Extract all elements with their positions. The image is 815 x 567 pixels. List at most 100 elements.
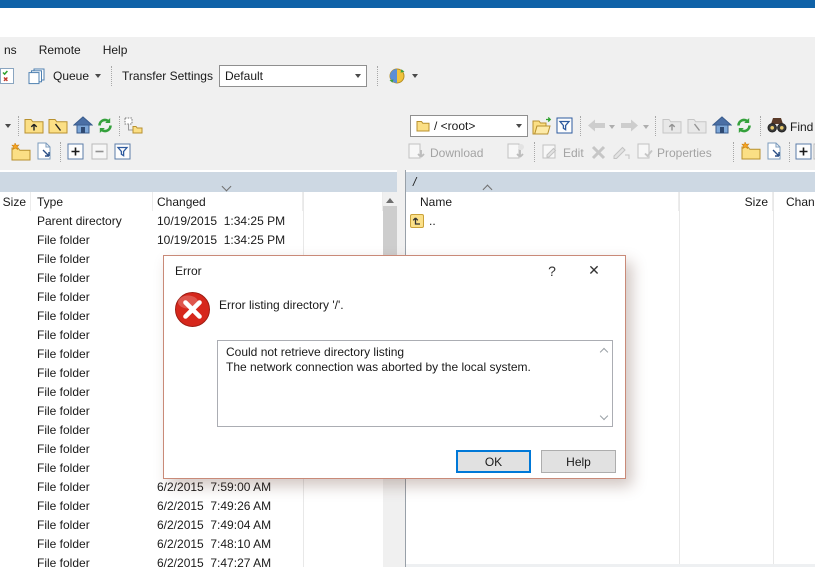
local-path-bar[interactable]	[0, 172, 397, 192]
winscp-window: ns Remote Help Queue Transfer Settings D…	[0, 0, 815, 567]
cell-type: File folder	[31, 328, 153, 342]
queue-status-icon[interactable]	[0, 68, 14, 84]
scroll-down-icon[interactable]	[599, 412, 609, 422]
cell-type: File folder	[31, 442, 153, 456]
sync-dropdown-caret[interactable]	[412, 74, 418, 78]
shortcut-icon[interactable]	[35, 142, 53, 160]
column-header-name[interactable]: Name	[406, 192, 679, 211]
remote-address-combo[interactable]: / <root>	[410, 115, 528, 137]
cell-type: File folder	[31, 271, 153, 285]
ok-button[interactable]: OK	[456, 450, 531, 473]
download-button-label[interactable]: Download	[430, 146, 483, 160]
chevron-down-icon[interactable]	[511, 116, 527, 136]
cell-name: ..	[429, 214, 436, 228]
toolbar-separator	[760, 116, 761, 136]
back-icon[interactable]	[587, 119, 606, 132]
remote-root-dir-icon[interactable]	[687, 117, 707, 134]
error-icon	[174, 291, 211, 328]
remote-address-value: / <root>	[434, 119, 475, 133]
delete-icon[interactable]	[591, 145, 606, 160]
column-header-changed[interactable]: Chan	[773, 192, 815, 211]
transfer-settings-combo[interactable]: Default	[219, 65, 367, 87]
toolbar-separator	[377, 66, 378, 86]
table-row[interactable]: File folder 6/2/2015 7:49:04 AM	[0, 515, 383, 534]
menu-item-help[interactable]: Help	[100, 41, 131, 60]
tree-icon[interactable]	[124, 117, 143, 134]
rename-icon[interactable]	[613, 144, 631, 160]
home-icon[interactable]	[73, 116, 93, 134]
panel-dropdown-caret[interactable]	[5, 124, 11, 128]
table-row[interactable]: File folder 6/2/2015 7:47:27 AM	[0, 553, 383, 567]
error-details-box[interactable]: Could not retrieve directory listing The…	[217, 340, 613, 427]
table-row[interactable]: File folder 6/2/2015 7:59:00 AM	[0, 477, 383, 496]
chevron-down-icon[interactable]	[350, 66, 366, 86]
remote-new-folder-icon[interactable]	[740, 142, 761, 160]
remote-parent-dir-icon[interactable]	[662, 117, 682, 134]
remote-home-icon[interactable]	[712, 116, 732, 134]
remote-shortcut-icon[interactable]	[765, 142, 783, 160]
scroll-up-icon[interactable]	[599, 345, 609, 355]
queue-button-label[interactable]: Queue	[53, 69, 89, 83]
cell-changed: 6/2/2015 7:59:00 AM	[153, 480, 323, 494]
edit-button-label[interactable]: Edit	[563, 146, 584, 160]
cell-changed: 6/2/2015 7:49:04 AM	[153, 518, 323, 532]
local-panel-toolbar	[0, 113, 400, 140]
help-button[interactable]: Help	[541, 450, 616, 473]
remote-filter-icon[interactable]	[556, 117, 573, 134]
column-header-blank[interactable]	[303, 192, 383, 211]
window-title-area	[0, 8, 815, 37]
column-header-type[interactable]: Type	[31, 192, 153, 211]
column-header-size[interactable]: Size	[0, 192, 31, 211]
new-folder-icon[interactable]	[10, 143, 31, 161]
close-icon[interactable]: ✕	[577, 256, 611, 285]
remote-refresh-icon[interactable]	[735, 117, 753, 134]
queue-icon[interactable]	[28, 68, 47, 85]
back-history-caret[interactable]	[609, 125, 615, 129]
table-row[interactable]: Parent directory 10/19/2015 1:34:25 PM	[0, 211, 383, 230]
refresh-icon[interactable]	[96, 117, 114, 134]
cell-type: File folder	[31, 556, 153, 567]
dialog-help-icon[interactable]: ?	[535, 256, 569, 285]
cell-type: File folder	[31, 499, 153, 513]
properties-button-label[interactable]: Properties	[657, 146, 712, 160]
properties-icon[interactable]	[637, 143, 654, 160]
dialog-message: Error listing directory '/'.	[219, 298, 344, 312]
folder-icon	[416, 120, 430, 132]
sync-icon[interactable]	[388, 67, 406, 85]
expand-icon[interactable]	[67, 143, 84, 160]
forward-icon[interactable]	[620, 119, 639, 132]
menu-item-options[interactable]: ns	[1, 41, 20, 60]
local-column-headers: Size Type Changed	[0, 192, 383, 211]
scroll-up-icon[interactable]	[383, 192, 397, 206]
download-options-icon[interactable]	[507, 143, 525, 160]
toolbar-separator	[534, 142, 535, 162]
download-icon[interactable]	[408, 143, 426, 160]
menu-item-remote[interactable]: Remote	[36, 41, 84, 60]
edit-icon[interactable]	[542, 143, 559, 160]
parent-dir-icon[interactable]	[24, 117, 44, 134]
table-row[interactable]: File folder 6/2/2015 7:49:26 AM	[0, 496, 383, 515]
forward-history-caret[interactable]	[643, 125, 649, 129]
find-files-icon[interactable]	[767, 117, 787, 133]
queue-dropdown-caret[interactable]	[95, 74, 101, 78]
root-dir-icon[interactable]	[48, 117, 68, 134]
up-dir-icon	[410, 214, 424, 228]
table-row[interactable]: ..	[406, 211, 815, 230]
filter-icon[interactable]	[114, 143, 131, 160]
transfer-settings-label: Transfer Settings	[122, 69, 213, 83]
remote-path-bar[interactable]: /	[406, 172, 815, 192]
remote-expand-icon[interactable]	[795, 143, 812, 160]
column-divider	[679, 192, 680, 564]
table-row[interactable]: File folder 6/2/2015 7:48:10 AM	[0, 534, 383, 553]
collapse-icon[interactable]	[91, 143, 108, 160]
find-files-label[interactable]: Find F	[790, 120, 815, 134]
table-row[interactable]: File folder 10/19/2015 1:34:25 PM	[0, 230, 383, 249]
transfer-settings-value: Default	[225, 69, 263, 83]
scrollbar-thumb[interactable]	[383, 206, 397, 262]
cell-type: File folder	[31, 537, 153, 551]
cell-type: File folder	[31, 252, 153, 266]
column-header-size[interactable]: Size	[679, 192, 773, 211]
column-header-changed[interactable]: Changed	[153, 192, 303, 211]
open-dir-icon[interactable]	[532, 117, 553, 135]
window-title-bar[interactable]	[0, 0, 815, 8]
